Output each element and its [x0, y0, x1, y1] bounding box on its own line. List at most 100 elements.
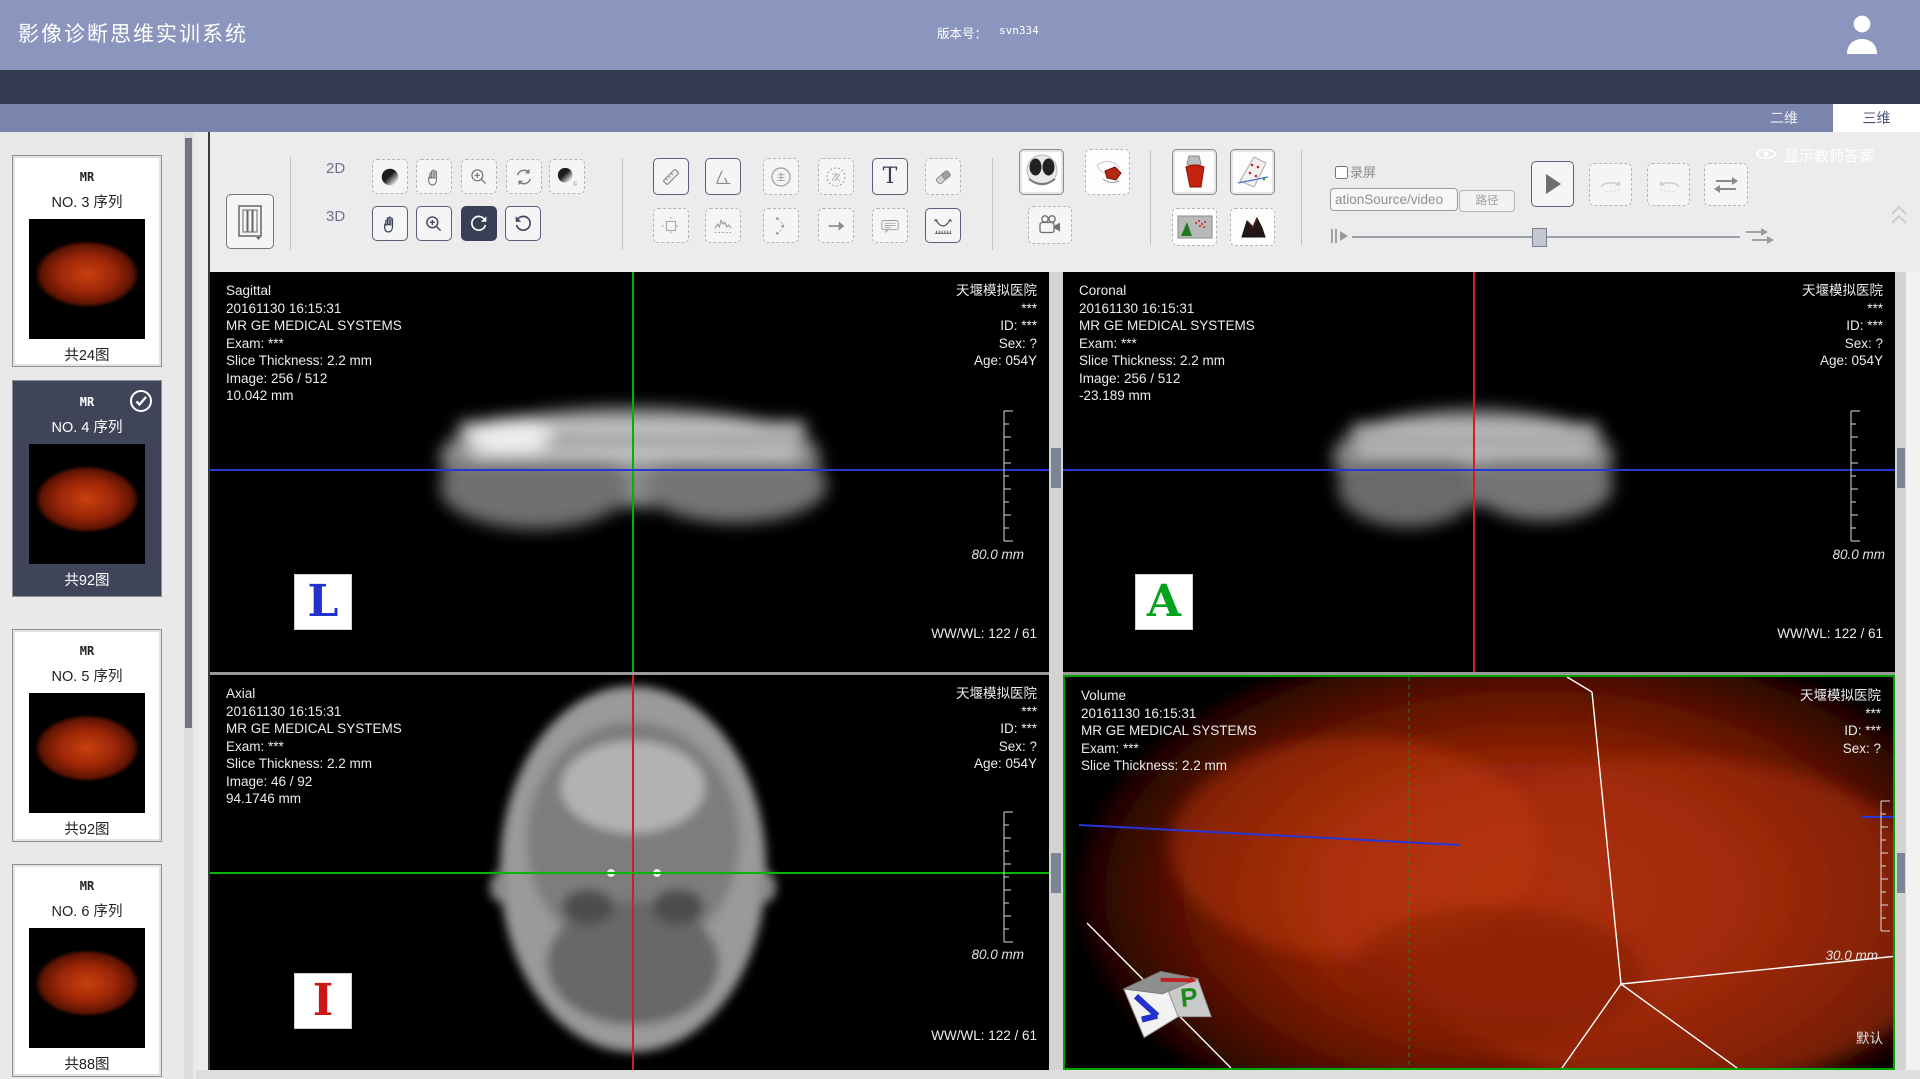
play-button[interactable]: [1531, 161, 1574, 207]
user-avatar-icon[interactable]: [1842, 10, 1882, 63]
check-circle-icon: [129, 389, 153, 418]
text-tool-glyph: T: [883, 164, 898, 189]
loop-rotate-left-button[interactable]: [1647, 163, 1690, 206]
mode-2d-label: 2D: [326, 160, 345, 177]
series-modality: MR: [13, 644, 161, 658]
slice-scrollbar-right[interactable]: [1895, 272, 1906, 1070]
viewport-info-left: Volume 20161130 16:15:31 MR GE MEDICAL S…: [1081, 687, 1257, 775]
wwwl-label: WW/WL: 122 / 61: [1777, 626, 1883, 641]
series-thumbnail: [29, 693, 145, 813]
version-label: 版本号：: [937, 23, 987, 42]
series-card-3[interactable]: MR NO. 3 序列 共24图: [12, 155, 162, 367]
toolbar: 2D c 3D: [210, 132, 1920, 272]
slice-scrollbar-middle[interactable]: [1049, 272, 1063, 1070]
wwwl-label: WW/WL: 122 / 61: [931, 626, 1037, 641]
crosshair-vertical-red[interactable]: [1473, 272, 1475, 672]
roi-box-tool-button[interactable]: [653, 208, 689, 243]
crosshair-horizontal-blue[interactable]: [210, 469, 1049, 471]
cardiac-3d-preset-button[interactable]: [1230, 208, 1275, 246]
video-path-button[interactable]: 路径: [1459, 190, 1515, 212]
zoom-button-3d[interactable]: [416, 206, 452, 241]
tab-2d[interactable]: 二维: [1739, 104, 1829, 132]
jaw-3d-preset-button[interactable]: [1085, 149, 1130, 195]
scale-ruler: [1847, 410, 1863, 542]
roi-secondary-glyph: 次: [831, 171, 840, 182]
sidebar-scrollbar-thumb[interactable]: [185, 138, 192, 728]
layout-button[interactable]: [226, 194, 274, 249]
capture-video-button[interactable]: [1028, 206, 1072, 244]
annotation-tool-button[interactable]: [872, 208, 908, 243]
histogram-preset-button[interactable]: [1172, 208, 1217, 246]
crosshair-horizontal-blue[interactable]: [1063, 469, 1895, 471]
angle-tool-button[interactable]: [705, 158, 741, 195]
series-name: NO. 6 序列: [13, 900, 161, 921]
series-modality: MR: [13, 170, 161, 184]
viewport-axial[interactable]: Axial 20161130 16:15:31 MR GE MEDICAL SY…: [210, 675, 1049, 1070]
crosshair-vertical-green[interactable]: [632, 272, 634, 672]
viewport-info-left: Coronal 20161130 16:15:31 MR GE MEDICAL …: [1079, 282, 1255, 405]
scale-ruler: [1000, 410, 1016, 542]
viewport-info-right: 天堰模拟医院 *** ID: *** Sex: ?: [1800, 687, 1881, 757]
viewport-volume[interactable]: Volume 20161130 16:15:31 MR GE MEDICAL S…: [1063, 675, 1895, 1070]
series-name: NO. 3 序列: [13, 191, 161, 212]
video-source-input[interactable]: [1330, 188, 1458, 211]
series-card-5[interactable]: MR NO. 5 序列 共92图: [12, 629, 162, 842]
slice-scrollbar-thumb-bottom[interactable]: [1051, 853, 1061, 893]
tab-bar: [0, 104, 1920, 132]
scale-ruler: [1877, 800, 1893, 932]
series-card-4-selected[interactable]: MR NO. 4 序列 共92图: [12, 380, 162, 597]
invert-contrast-button-2d[interactable]: c: [549, 159, 585, 194]
crosshair-horizontal-green[interactable]: [210, 872, 1049, 874]
slice-scrollbar-right-thumb-bottom[interactable]: [1897, 853, 1905, 893]
roi-secondary-button[interactable]: 次: [818, 158, 854, 195]
toolbar-collapse-icon[interactable]: [1888, 203, 1910, 232]
mpr-3d-preset-button[interactable]: [1230, 149, 1275, 195]
render-preset-label: 默认: [1856, 1027, 1883, 1047]
pan-button-3d[interactable]: [372, 206, 408, 241]
viewport-info-left: Sagittal 20161130 16:15:31 MR GE MEDICAL…: [226, 282, 402, 405]
reset-rotate-button-3d[interactable]: [505, 206, 541, 241]
viewport-coronal[interactable]: Coronal 20161130 16:15:31 MR GE MEDICAL …: [1063, 272, 1895, 672]
orientation-letter-L: L: [294, 574, 352, 630]
scale-label: 80.0 mm: [971, 547, 1024, 562]
loop-rotate-right-button[interactable]: [1589, 163, 1632, 206]
viewport-info-right: 天堰模拟医院 *** ID: *** Sex: ? Age: 054Y: [1802, 282, 1883, 370]
curve-tool-button[interactable]: [763, 208, 799, 243]
series-count: 共88图: [13, 1053, 161, 1079]
scale-ruler: [1000, 811, 1016, 943]
record-screen-checkbox[interactable]: [1335, 166, 1348, 179]
scale-label: 80.0 mm: [1832, 547, 1885, 562]
record-screen-label: 录屏: [1350, 162, 1376, 181]
knee-3d-preset-button[interactable]: [1172, 149, 1217, 195]
zoom-button-2d[interactable]: [461, 159, 497, 194]
viewport-sagittal[interactable]: Sagittal 20161130 16:15:31 MR GE MEDICAL…: [210, 272, 1049, 672]
series-modality: MR: [13, 879, 161, 893]
series-count: 共92图: [13, 569, 161, 600]
slice-scrollbar-right-thumb-top[interactable]: [1897, 448, 1905, 488]
viewport-info-left: Axial 20161130 16:15:31 MR GE MEDICAL SY…: [226, 685, 402, 808]
series-card-6[interactable]: MR NO. 6 序列 共88图: [12, 864, 162, 1077]
lung-ct-preset-button[interactable]: [1019, 149, 1064, 195]
ruler-tool-button[interactable]: [653, 158, 689, 195]
svg-text:c: c: [573, 178, 577, 187]
eraser-tool-button[interactable]: [925, 158, 961, 195]
rotate-button-3d-active[interactable]: [461, 206, 497, 241]
roi-primary-button[interactable]: 主: [763, 158, 799, 195]
rotate-button-2d[interactable]: [506, 159, 542, 194]
arrow-tool-button[interactable]: [818, 208, 854, 243]
slice-scrollbar-thumb-top[interactable]: [1051, 448, 1061, 488]
tab-3d[interactable]: 三维: [1833, 104, 1920, 132]
cube-face-P: P: [1179, 981, 1199, 1013]
pan-button-2d[interactable]: [416, 159, 452, 194]
frame-slider-handle[interactable]: [1532, 228, 1547, 247]
contrast-button-2d[interactable]: [372, 159, 408, 194]
curve-measure-tool-button[interactable]: [925, 208, 961, 243]
wwwl-label: WW/WL: 122 / 61: [931, 1028, 1037, 1043]
text-tool-button[interactable]: T: [872, 158, 908, 195]
series-count: 共24图: [13, 344, 161, 375]
version-value: svn334: [999, 24, 1039, 37]
orientation-cube[interactable]: P: [1115, 959, 1219, 1051]
histogram-tool-button[interactable]: [705, 208, 741, 243]
series-name: NO. 5 序列: [13, 665, 161, 686]
swap-direction-button[interactable]: [1704, 163, 1748, 206]
